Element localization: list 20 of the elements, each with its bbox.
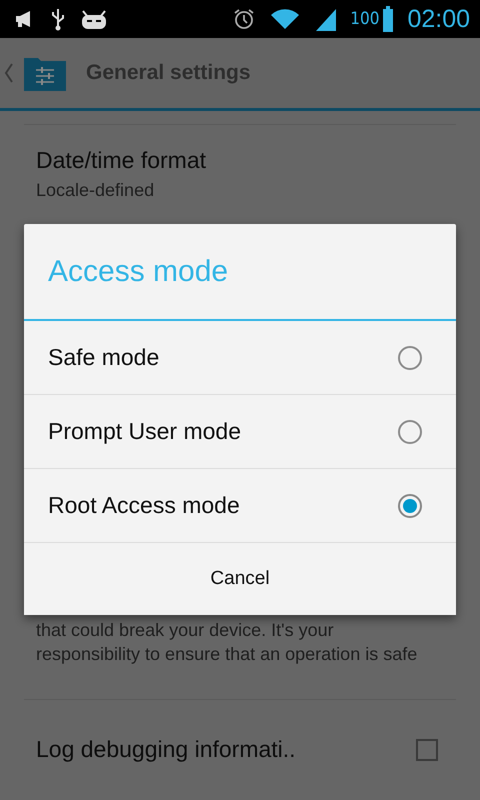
setting-summary: Locale-defined [36,180,156,200]
radio-button[interactable] [398,346,422,370]
wifi-icon [270,8,300,30]
mode-option[interactable]: Safe mode [24,321,456,395]
mode-option[interactable]: Prompt User mode [24,395,456,469]
setting-title: Log debugging informati.. [36,736,297,763]
cancel-button[interactable]: Cancel [24,543,456,615]
setting-title: Date/time format [36,146,207,174]
warning-text: that could break your device. It's your responsibility to ensure that an operation is safe [36,619,418,666]
checkbox[interactable] [416,738,438,760]
battery-level: 100 [350,9,380,29]
radio-button[interactable] [398,494,422,518]
battery-icon [383,6,394,32]
radio-button[interactable] [398,420,422,444]
dialog-title: Access mode [24,224,456,321]
usb-icon [50,7,66,31]
alarm-clock-icon [232,7,256,31]
clock: 02:00 [407,4,470,34]
signal-icon [314,7,336,31]
back-caret-icon [4,62,14,84]
